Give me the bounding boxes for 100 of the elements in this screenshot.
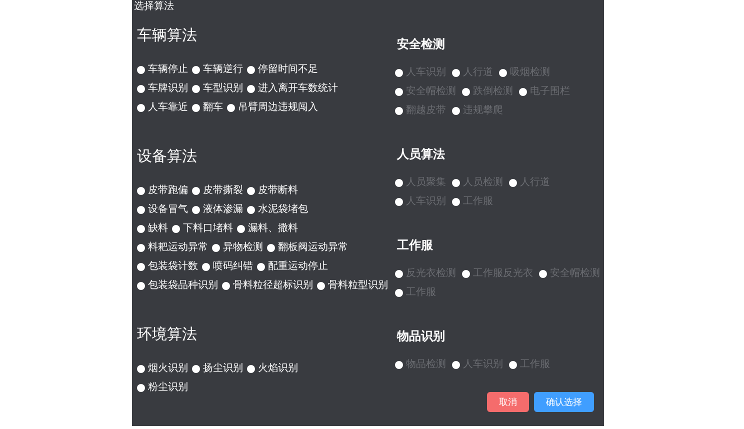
radio-icon <box>137 66 145 74</box>
radio-icon <box>395 288 403 296</box>
radio-option[interactable]: 皮带撕裂 <box>192 183 243 198</box>
radio-option[interactable]: 料耙运动异常 <box>137 240 208 255</box>
radio-icon <box>202 262 210 270</box>
radio-option[interactable]: 火焰识别 <box>247 361 298 376</box>
radio-option[interactable]: 水泥袋堵包 <box>247 202 308 217</box>
radio-icon <box>192 186 200 194</box>
radio-option[interactable]: 下料口堵料 <box>172 221 233 236</box>
option-label: 液体渗漏 <box>203 202 243 217</box>
radio-option[interactable]: 包装袋品种识别 <box>137 278 218 293</box>
option-label: 料耙运动异常 <box>148 240 208 255</box>
radio-option[interactable]: 骨料粒径超标识别 <box>222 278 313 293</box>
radio-icon <box>212 244 220 252</box>
option-label: 喷码纠错 <box>213 260 253 274</box>
option-label: 火焰识别 <box>258 362 298 376</box>
radio-icon <box>509 360 517 368</box>
radio-icon <box>137 282 145 290</box>
option-label: 车辆停止 <box>148 62 188 77</box>
option-label: 人车靠近 <box>148 100 188 115</box>
option-label: 缺料 <box>148 222 168 236</box>
radio-icon <box>257 262 265 270</box>
radio-icon <box>499 68 507 76</box>
option-label: 车牌识别 <box>148 82 188 96</box>
option-label: 漏料、撒料 <box>248 222 298 236</box>
radio-option[interactable]: 骨料粒型识别 <box>317 278 388 293</box>
radio-icon <box>137 224 145 232</box>
radio-option[interactable]: 喷码纠错 <box>202 259 253 274</box>
radio-option[interactable]: 车辆停止 <box>137 62 188 77</box>
section-title: 安全检测 <box>396 36 446 52</box>
radio-icon <box>395 106 403 114</box>
radio-icon <box>395 198 403 206</box>
option-label: 翻板阀运动异常 <box>278 240 348 255</box>
option-label: 烟火识别 <box>148 362 188 376</box>
radio-icon <box>395 270 403 278</box>
option-label: 下料口堵料 <box>183 222 233 236</box>
option-label: 吊臂周边违规闯入 <box>238 100 318 115</box>
radio-icon <box>395 360 403 368</box>
section-title: 物品识别 <box>396 328 446 344</box>
radio-option[interactable]: 液体渗漏 <box>192 202 243 217</box>
radio-icon <box>137 186 145 194</box>
radio-icon <box>452 68 460 76</box>
radio-icon <box>137 84 145 92</box>
radio-option[interactable]: 翻板阀运动异常 <box>267 240 348 255</box>
option-label: 扬尘识别 <box>203 362 243 376</box>
radio-icon <box>452 360 460 368</box>
option-label: 配重运动停止 <box>268 260 328 274</box>
radio-icon <box>317 282 325 290</box>
radio-icon <box>192 364 200 372</box>
radio-option[interactable]: 皮带断料 <box>247 183 298 198</box>
radio-option[interactable]: 车辆逆行 <box>192 62 243 77</box>
radio-icon <box>192 206 200 214</box>
radio-option[interactable]: 烟火识别 <box>137 361 188 376</box>
radio-icon <box>452 198 460 206</box>
radio-icon <box>227 104 235 112</box>
radio-icon <box>247 186 255 194</box>
radio-option[interactable]: 异物检测 <box>212 240 263 255</box>
radio-option[interactable]: 皮带跑偏 <box>137 183 188 198</box>
radio-icon <box>462 270 470 278</box>
radio-option[interactable]: 进入离开车数统计 <box>247 81 338 96</box>
radio-icon <box>192 66 200 74</box>
radio-icon <box>509 178 517 186</box>
radio-option[interactable]: 扬尘识别 <box>192 361 243 376</box>
radio-icon <box>519 88 527 96</box>
radio-option[interactable]: 包装袋计数 <box>137 259 198 274</box>
option-label: 包装袋计数 <box>148 260 198 274</box>
option-label: 皮带跑偏 <box>148 184 188 198</box>
radio-icon <box>137 104 145 112</box>
option-label: 翻车 <box>203 100 223 115</box>
radio-option[interactable]: 粉尘识别 <box>137 380 188 395</box>
radio-icon <box>137 262 145 270</box>
radio-option[interactable]: 漏料、撒料 <box>237 221 298 236</box>
option-label: 设备冒气 <box>148 203 188 217</box>
radio-option[interactable]: 停留时间不足 <box>247 62 318 77</box>
radio-option[interactable]: 吊臂周边违规闯入 <box>227 100 318 115</box>
radio-icon <box>137 384 145 392</box>
section-title: 环境算法 <box>137 324 198 344</box>
radio-option[interactable]: 翻车 <box>192 100 223 115</box>
radio-icon <box>267 244 275 252</box>
section-title: 工作服 <box>396 237 434 253</box>
radio-option[interactable]: 车牌识别 <box>137 81 188 96</box>
option-label: 停留时间不足 <box>258 62 318 77</box>
option-label: 皮带断料 <box>258 184 298 198</box>
radio-icon <box>247 206 255 214</box>
radio-option[interactable]: 缺料 <box>137 221 168 236</box>
radio-icon <box>395 178 403 186</box>
radio-icon <box>247 364 255 372</box>
radio-icon <box>247 66 255 74</box>
radio-icon <box>247 84 255 92</box>
option-label: 骨料粒径超标识别 <box>233 278 313 293</box>
radio-option[interactable]: 设备冒气 <box>137 202 188 217</box>
section-title: 人员算法 <box>396 146 446 162</box>
radio-option[interactable]: 配重运动停止 <box>257 259 328 274</box>
radio-icon <box>137 206 145 214</box>
radio-icon <box>462 88 470 96</box>
radio-option[interactable]: 车型识别 <box>192 81 243 96</box>
section-title: 车辆算法 <box>137 25 198 45</box>
dialog-title: 选择算法 <box>133 0 175 14</box>
radio-option[interactable]: 人车靠近 <box>137 100 188 115</box>
radio-icon <box>395 68 403 76</box>
